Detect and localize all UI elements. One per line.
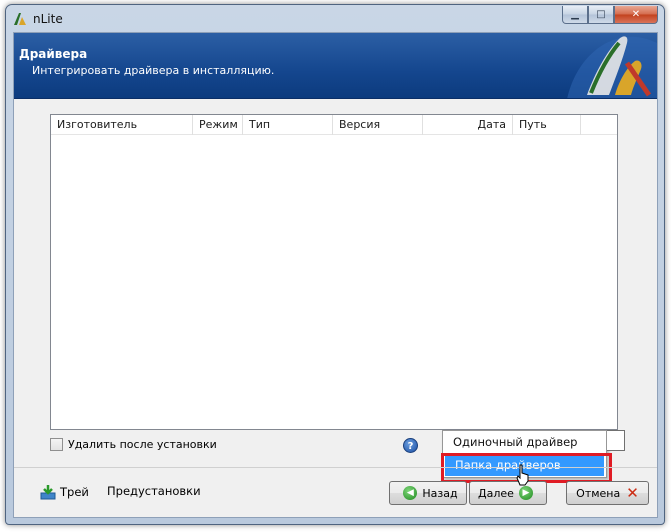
maximize-button[interactable]: □ [588,6,614,24]
minimize-button[interactable]: ▁ [562,6,588,24]
column-version[interactable]: Версия [333,115,423,135]
close-button[interactable]: ✕ [614,6,658,24]
add-button-arrow[interactable] [607,430,625,451]
cancel-button[interactable]: Отмена ✕ [566,481,649,505]
back-button[interactable]: ◀ Назад [389,481,467,505]
mouse-cursor-icon [516,464,529,486]
presets-button[interactable]: Предустановки [107,484,201,498]
tray-label: Трей [60,485,89,499]
page-title: Драйвера [19,47,88,61]
tray-icon [40,485,56,500]
remove-after-install-checkbox[interactable] [50,438,63,451]
tray-button[interactable]: Трей [40,484,89,500]
page-header: Драйвера Интегрировать драйвера в инстал… [14,33,657,99]
cancel-label: Отмена [576,486,621,500]
title-bar[interactable]: nLite ▁ □ ✕ [6,5,664,32]
column-type[interactable]: Тип [243,115,333,135]
back-arrow-icon: ◀ [403,486,418,500]
page-subtitle: Интегрировать драйвера в инсталляцию. [32,64,275,77]
nlite-logo [567,36,657,98]
list-header: Изготовитель Режим Тип Версия Дата Путь [51,115,617,135]
menu-item-single-driver[interactable]: Одиночный драйвер [443,431,606,453]
remove-after-install-option[interactable]: Удалить после установки [50,438,217,451]
window-controls: ▁ □ ✕ [562,6,658,24]
next-label: Далее [478,486,514,500]
nlite-app-icon [14,13,26,25]
nlite-window: nLite ▁ □ ✕ Драйвера Интегрировать драйв… [5,4,665,525]
wizard-page: Драйвера Интегрировать драйвера в инстал… [13,32,658,518]
help-icon[interactable]: ? [403,438,418,453]
next-button[interactable]: Далее ▶ [469,481,547,505]
presets-label: Предустановки [107,484,201,498]
footer-divider [14,467,657,468]
drivers-list[interactable]: Изготовитель Режим Тип Версия Дата Путь [50,114,618,430]
column-path[interactable]: Путь [513,115,581,135]
list-body[interactable] [51,136,617,429]
column-manufacturer[interactable]: Изготовитель [51,115,193,135]
back-label: Назад [422,486,458,500]
cancel-x-icon: ✕ [626,484,639,502]
column-date[interactable]: Дата [423,115,513,135]
next-arrow-icon: ▶ [518,486,533,500]
remove-after-install-label: Удалить после установки [68,438,217,451]
column-mode[interactable]: Режим [193,115,243,135]
window-title: nLite [33,12,63,26]
